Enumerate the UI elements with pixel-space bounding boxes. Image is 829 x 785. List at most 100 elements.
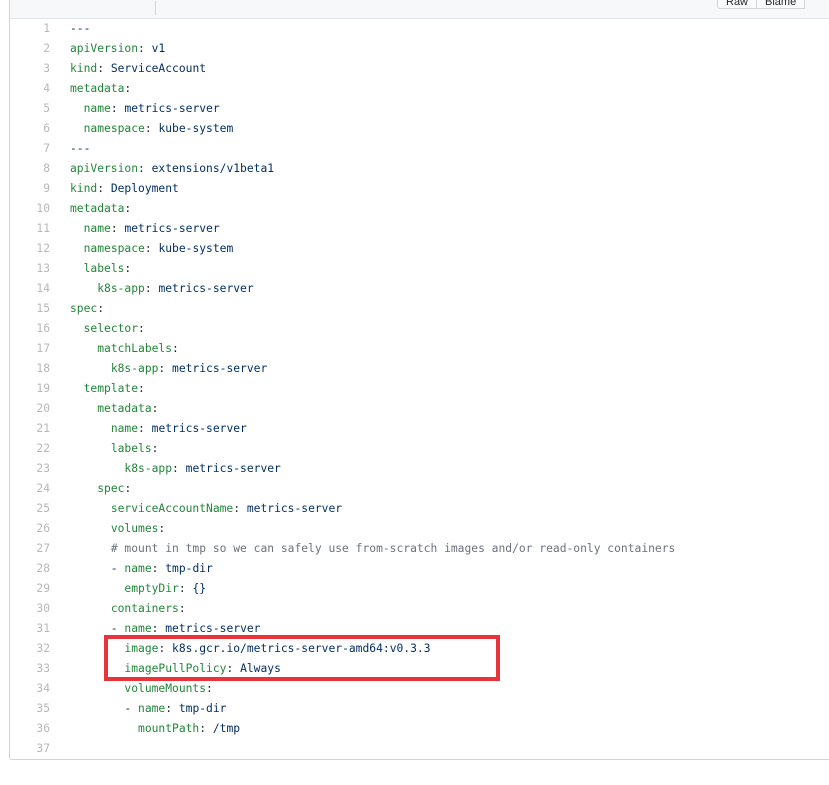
line-number[interactable]: 9 [10, 179, 50, 199]
yaml-key: kind [70, 62, 98, 75]
line-number[interactable]: 35 [10, 699, 50, 719]
line-code: image: k8s.gcr.io/metrics-server-amd64:v… [70, 639, 431, 659]
yaml-key: apiVersion [70, 162, 139, 175]
line-number[interactable]: 23 [10, 459, 50, 479]
line-number[interactable]: 36 [10, 719, 50, 739]
yaml-separator: : [226, 662, 241, 675]
yaml-value: v1 [151, 42, 166, 55]
line-number[interactable]: 20 [10, 399, 50, 419]
line-number[interactable]: 11 [10, 219, 50, 239]
line-number[interactable]: 8 [10, 159, 50, 179]
code-line: 3 kind: ServiceAccount [10, 59, 829, 79]
line-code: spec: [70, 479, 131, 499]
yaml-key: name [83, 222, 111, 235]
line-number[interactable]: 29 [10, 579, 50, 599]
yaml-key: selector [83, 322, 139, 335]
line-number[interactable]: 18 [10, 359, 50, 379]
code-line: 27 # mount in tmp so we can safely use f… [10, 539, 829, 559]
code-line: 7 --- [10, 139, 829, 159]
line-number[interactable]: 4 [10, 79, 50, 99]
code-line: 4 metadata: [10, 79, 829, 99]
line-number[interactable]: 5 [10, 99, 50, 119]
yaml-key: metadata [70, 82, 125, 95]
code-line: 32 image: k8s.gcr.io/metrics-server-amd6… [10, 639, 829, 659]
yaml-key: image [124, 642, 159, 655]
yaml-separator: : [178, 602, 186, 615]
line-code: apiVersion: extensions/v1beta1 [70, 159, 274, 179]
code-line: 14 k8s-app: metrics-server [10, 279, 829, 299]
line-number[interactable]: 37 [10, 739, 50, 759]
line-number[interactable]: 28 [10, 559, 50, 579]
yaml-separator: : [144, 122, 159, 135]
line-number[interactable]: 21 [10, 419, 50, 439]
yaml-separator: : [144, 282, 159, 295]
yaml-separator: : [158, 642, 173, 655]
yaml-value: metrics-server [151, 422, 247, 435]
code-line: 25 serviceAccountName: metrics-server [10, 499, 829, 519]
line-code: k8s-app: metrics-server [70, 359, 267, 379]
yaml-key: mountPath [138, 722, 200, 735]
line-code: - name: tmp-dir [70, 699, 226, 719]
line-number[interactable]: 16 [10, 319, 50, 339]
yaml-key: namespace [83, 242, 145, 255]
code-line: 18 k8s-app: metrics-server [10, 359, 829, 379]
line-code: labels: [70, 259, 132, 279]
code-line: 13 labels: [10, 259, 829, 279]
line-number[interactable]: 2 [10, 39, 50, 59]
line-number[interactable]: 12 [10, 239, 50, 259]
yaml-key: volumes [110, 522, 159, 535]
line-number[interactable]: 6 [10, 119, 50, 139]
yaml-key: name [124, 622, 152, 635]
yaml-value: tmp-dir [178, 702, 227, 715]
line-code: name: metrics-server [70, 99, 220, 119]
yaml-key: k8s-app [110, 362, 159, 375]
yaml-separator: : [138, 322, 145, 335]
line-number[interactable]: 7 [10, 139, 50, 159]
line-number[interactable]: 1 [10, 19, 50, 39]
line-number[interactable]: 30 [10, 599, 50, 619]
line-number[interactable]: 3 [10, 59, 50, 79]
line-number[interactable]: 13 [10, 259, 50, 279]
line-number[interactable]: 22 [10, 439, 50, 459]
yaml-value: --- [70, 22, 91, 35]
yaml-value: k8s.gcr.io/metrics-server-amd64:v0.3.3 [172, 642, 431, 655]
yaml-key: metadata [97, 402, 152, 415]
code-line: 17 matchLabels: [10, 339, 829, 359]
blame-button[interactable]: Blame [756, 0, 806, 9]
line-number[interactable]: 33 [10, 659, 50, 679]
code-line: 31 - name: metrics-server [10, 619, 829, 639]
line-number[interactable]: 17 [10, 339, 50, 359]
line-number[interactable]: 31 [10, 619, 50, 639]
yaml-value: Deployment [110, 182, 179, 195]
line-indent: - [70, 702, 139, 715]
code-line: 30 containers: [10, 599, 829, 619]
line-number[interactable]: 26 [10, 519, 50, 539]
raw-button[interactable]: Raw [717, 0, 758, 9]
line-number[interactable]: 10 [10, 199, 50, 219]
code-listing: 1 --- 2 apiVersion: v1 3 kind: ServiceAccount… [10, 19, 829, 759]
yaml-separator: : [124, 202, 132, 215]
line-number[interactable]: 15 [10, 299, 50, 319]
line-code: metadata: [70, 199, 131, 219]
line-number[interactable]: 34 [10, 679, 50, 699]
yaml-value: {} [192, 582, 207, 595]
line-number[interactable]: 14 [10, 279, 50, 299]
yaml-separator: : [124, 82, 132, 95]
line-number[interactable]: 24 [10, 479, 50, 499]
line-code: --- [70, 139, 90, 159]
yaml-value: Always [240, 662, 281, 675]
line-number[interactable]: 27 [10, 539, 50, 559]
yaml-value: tmp-dir [165, 562, 213, 575]
line-number[interactable]: 32 [10, 639, 50, 659]
line-number[interactable]: 25 [10, 499, 50, 519]
line-code: kind: ServiceAccount [70, 59, 206, 79]
line-number[interactable]: 19 [10, 379, 50, 399]
yaml-separator: : [172, 342, 179, 355]
yaml-separator: : [172, 462, 186, 475]
